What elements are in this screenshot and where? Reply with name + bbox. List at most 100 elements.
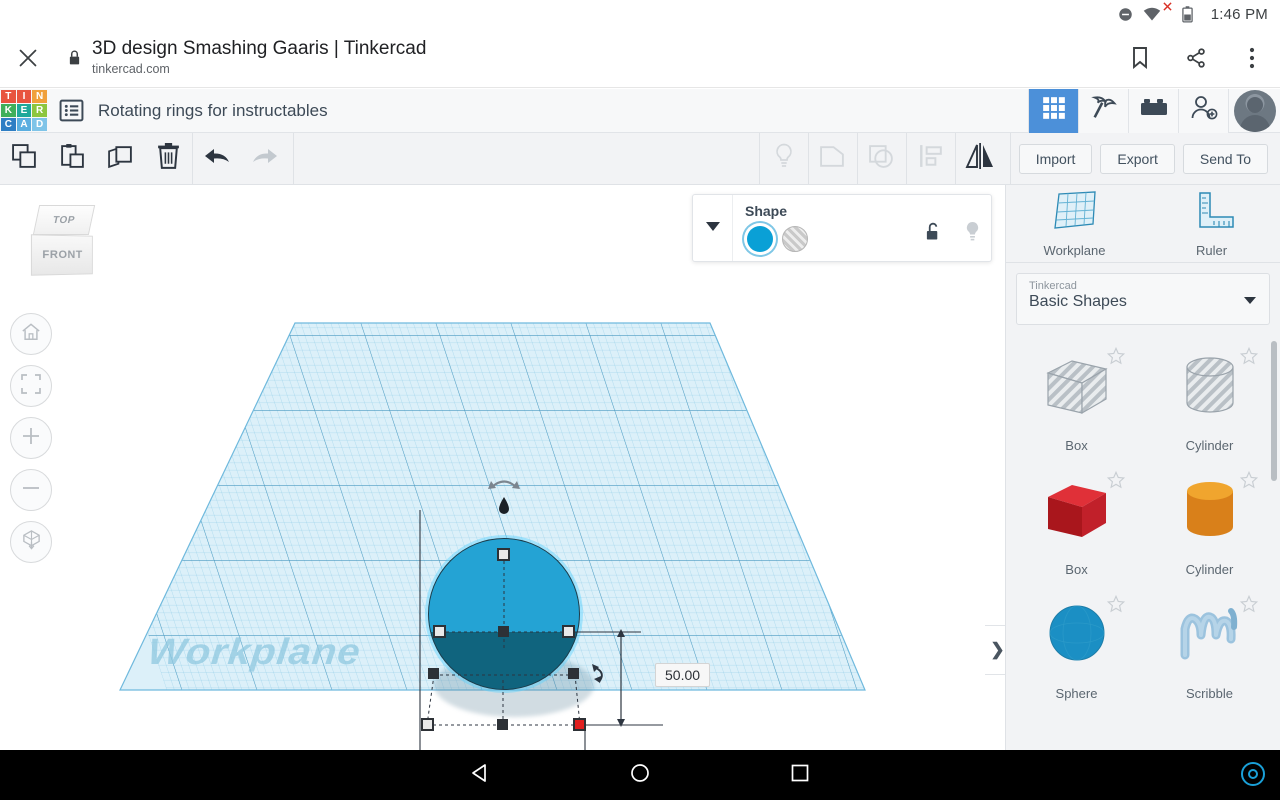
- hole-swatch[interactable]: [782, 226, 808, 252]
- lightbulb-icon[interactable]: [964, 221, 981, 247]
- export-button[interactable]: Export: [1100, 144, 1174, 174]
- shape-label: Box: [1065, 562, 1087, 577]
- shape-item-box-hole[interactable]: Box: [1010, 341, 1143, 461]
- group-button[interactable]: [809, 133, 857, 185]
- share-icon[interactable]: [1168, 30, 1224, 86]
- ruler-tool[interactable]: Ruler: [1143, 185, 1280, 262]
- resize-handle-top[interactable]: [497, 548, 510, 561]
- sidebar-tools: Workplane Ruler: [1006, 185, 1280, 263]
- view-cube[interactable]: TOP FRONT: [22, 205, 102, 277]
- browser-indicator-icon: [1240, 761, 1266, 792]
- bookmark-icon[interactable]: [1112, 30, 1168, 86]
- lock-icon: [56, 49, 92, 66]
- base-corner-handle[interactable]: [421, 718, 434, 731]
- shape-library-owner: Tinkercad: [1029, 280, 1257, 292]
- workplane-tool[interactable]: Workplane: [1006, 185, 1143, 262]
- unlock-icon[interactable]: [925, 222, 942, 247]
- undo-icon: [201, 144, 233, 173]
- mirror-button[interactable]: [956, 133, 1004, 185]
- delete-icon: [156, 143, 181, 175]
- send-to-button[interactable]: Send To: [1183, 144, 1268, 174]
- favorite-star-icon[interactable]: [1107, 347, 1125, 370]
- android-home-button[interactable]: [560, 763, 720, 788]
- logo-letter-c: C: [1, 118, 16, 131]
- panel-collapse-toggle[interactable]: ❯: [985, 625, 1005, 675]
- center-handle[interactable]: [498, 626, 509, 637]
- favorite-star-icon[interactable]: [1240, 595, 1258, 618]
- ortho-view-button[interactable]: [10, 521, 52, 563]
- more-vert-icon[interactable]: [1224, 30, 1280, 86]
- home-view-button[interactable]: [10, 313, 52, 355]
- logo-letter-t: T: [1, 90, 16, 103]
- project-name[interactable]: Rotating rings for instructables: [98, 101, 328, 121]
- close-icon[interactable]: [0, 48, 56, 68]
- logo-letter-r: R: [32, 104, 47, 117]
- ungroup-button[interactable]: [858, 133, 906, 185]
- shape-item-scribble[interactable]: Scribble: [1143, 589, 1276, 709]
- align-button[interactable]: [907, 133, 955, 185]
- base-handle-left[interactable]: [428, 668, 439, 679]
- history-group: [193, 133, 289, 185]
- user-avatar-button[interactable]: [1228, 89, 1280, 133]
- shape-label: Cylinder: [1186, 438, 1234, 453]
- base-handle-right[interactable]: [568, 668, 579, 679]
- shape-panel-collapse-button[interactable]: [693, 195, 733, 261]
- browser-actions: [1112, 30, 1280, 86]
- shape-item-sphere[interactable]: Sphere: [1010, 589, 1143, 709]
- active-corner-handle[interactable]: [573, 718, 586, 731]
- zoom-out-button[interactable]: [10, 469, 52, 511]
- copy-button[interactable]: [0, 133, 48, 185]
- browser-title-block[interactable]: 3D design Smashing Gaaris | Tinkercad ti…: [92, 38, 1112, 77]
- screen: 1:46 PM 3D design Smashing Gaaris | Tink…: [0, 0, 1280, 800]
- chevron-right-icon: ❯: [990, 640, 1004, 660]
- resize-handle-left[interactable]: [433, 625, 446, 638]
- workplane-label: Workplane: [146, 632, 363, 673]
- view-cube-top-face[interactable]: TOP: [33, 205, 95, 235]
- height-dimension-label[interactable]: 50.00: [655, 663, 710, 687]
- brick-icon: [1140, 97, 1168, 124]
- favorite-star-icon[interactable]: [1240, 471, 1258, 494]
- pickaxe-icon: [1090, 94, 1118, 127]
- back-triangle-icon: [470, 763, 490, 788]
- shape-library-grid: Box Cylinder: [1006, 335, 1280, 709]
- chevron-down-icon: [1243, 292, 1257, 310]
- shape-panel-title: Shape: [745, 203, 979, 219]
- design-canvas[interactable]: Workplane TOP FRONT: [0, 185, 1005, 750]
- favorite-star-icon[interactable]: [1240, 347, 1258, 370]
- android-status-bar: 1:46 PM: [0, 0, 1280, 28]
- base-mid-handle[interactable]: [497, 719, 508, 730]
- shape-item-box-red[interactable]: Box: [1010, 465, 1143, 585]
- android-recents-button[interactable]: [720, 764, 880, 787]
- shape-library-dropdown[interactable]: Tinkercad Basic Shapes: [1016, 273, 1270, 325]
- view-cube-front-face[interactable]: FRONT: [31, 234, 93, 275]
- delete-button[interactable]: [144, 133, 192, 185]
- fit-view-button[interactable]: [10, 365, 52, 407]
- shape-panel-body: Shape: [733, 195, 991, 261]
- logo-letter-a: A: [17, 118, 32, 131]
- battery-icon: [1182, 6, 1193, 23]
- nav-grid-button[interactable]: [1028, 89, 1078, 133]
- cylinder-orange-thumbnail: [1171, 475, 1249, 549]
- undo-button[interactable]: [193, 133, 241, 185]
- android-back-button[interactable]: [400, 763, 560, 788]
- zoom-in-button[interactable]: [10, 417, 52, 459]
- duplicate-button[interactable]: [96, 133, 144, 185]
- paste-button[interactable]: [48, 133, 96, 185]
- cylinder-hole-thumbnail: [1171, 351, 1249, 425]
- nav-invite-button[interactable]: [1178, 89, 1228, 133]
- favorite-star-icon[interactable]: [1107, 471, 1125, 494]
- shape-item-cylinder-hole[interactable]: Cylinder: [1143, 341, 1276, 461]
- import-button[interactable]: Import: [1019, 144, 1093, 174]
- shape-item-cylinder-orange[interactable]: Cylinder: [1143, 465, 1276, 585]
- status-time: 1:46 PM: [1211, 6, 1268, 23]
- solid-swatch[interactable]: [747, 226, 773, 252]
- logo-letter-d: D: [32, 118, 47, 131]
- nav-blocks-button[interactable]: [1128, 89, 1178, 133]
- nav-minecraft-button[interactable]: [1078, 89, 1128, 133]
- lightbulb-button[interactable]: [760, 133, 808, 185]
- redo-button[interactable]: [241, 133, 289, 185]
- favorite-star-icon[interactable]: [1107, 595, 1125, 618]
- project-list-icon[interactable]: [48, 89, 94, 133]
- resize-handle-right[interactable]: [562, 625, 575, 638]
- tinkercad-logo[interactable]: T I N K E R C A D: [0, 89, 48, 133]
